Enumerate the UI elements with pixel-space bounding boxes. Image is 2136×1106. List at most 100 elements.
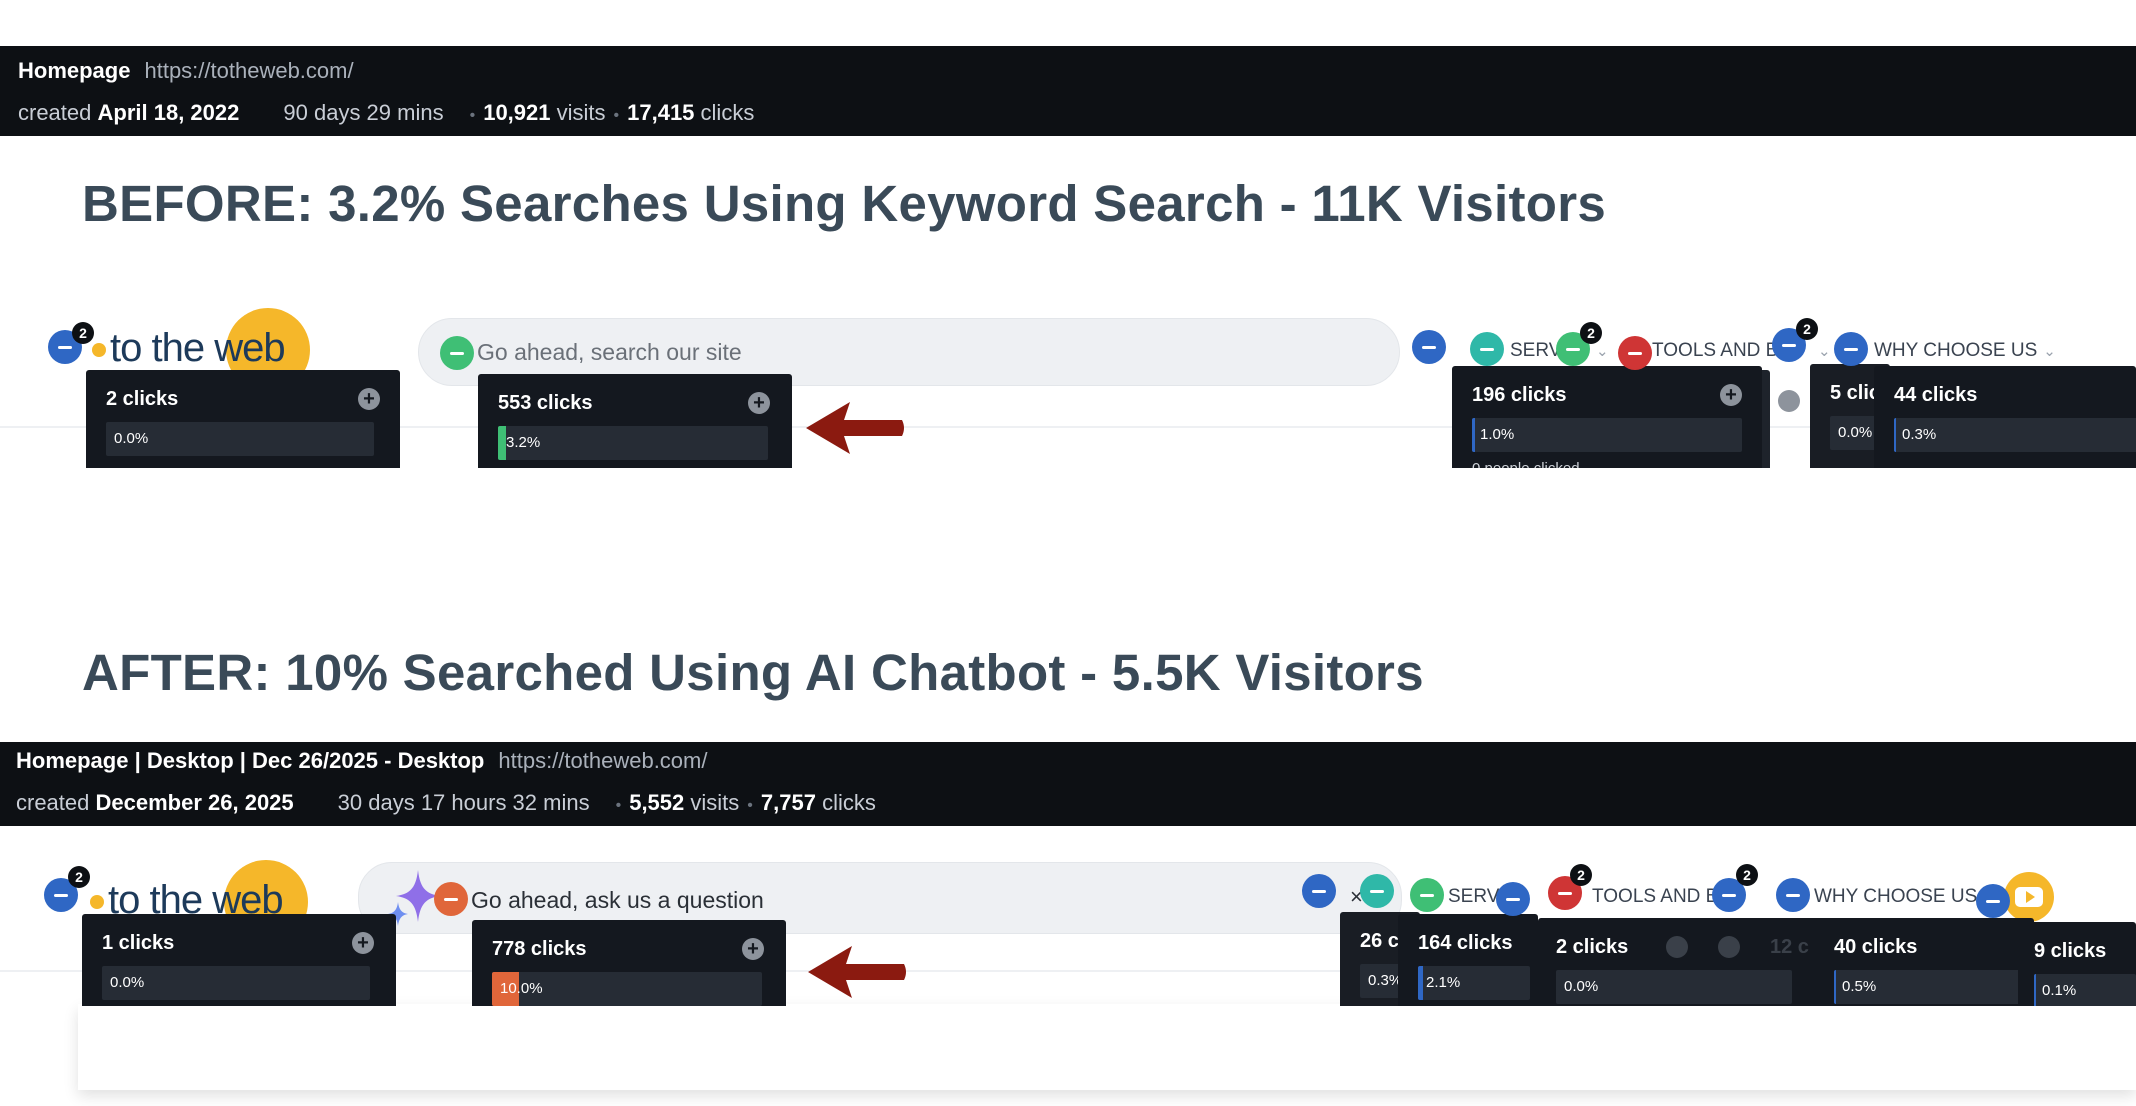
before-created-label: created xyxy=(18,100,92,125)
after-popup-why-pct: 0.5% xyxy=(1842,978,1877,995)
after-search-minus-icon[interactable] xyxy=(434,882,468,916)
before-popup-services: 196 clicks + 1.0% 0 people clicked xyxy=(1452,366,1762,468)
before-popup-tools-plus-icon[interactable] xyxy=(1778,390,1800,412)
before-logo-badge: 2 xyxy=(72,322,94,344)
after-popup-tools-sub-plus-icon[interactable] xyxy=(1718,936,1740,958)
before-why-chevron-down-icon[interactable]: ⌄ xyxy=(2043,343,2056,360)
before-nav-why[interactable]: WHY CHOOSE US ⌄ xyxy=(1874,340,2056,362)
before-popup-services-plus-icon[interactable]: + xyxy=(1720,384,1742,406)
after-duration: 30 days 17 hours 32 mins xyxy=(337,790,590,815)
after-popup-search-clicks: 778 clicks xyxy=(492,938,587,960)
after-nav-tools[interactable]: TOOLS AND BL⌄ xyxy=(1592,886,1788,908)
after-heading: AFTER: 10% Searched Using AI Chatbot - 5… xyxy=(82,644,1424,701)
before-popup-logo-clicks: 2 clicks xyxy=(106,388,179,410)
before-popup-search-pct: 3.2% xyxy=(506,434,541,451)
after-popup-search: 778 clicks + 10.0% xyxy=(472,920,786,1006)
after-popup-logo: 1 clicks + 0.0% xyxy=(82,914,396,1006)
before-heading: BEFORE: 3.2% Searches Using Keyword Sear… xyxy=(82,175,1607,232)
before-site-logo[interactable]: to the web xyxy=(92,308,310,392)
after-popup-search-pct: 10.0% xyxy=(500,980,543,997)
before-site-strip: to the web 2 Go ahead, search our site S… xyxy=(0,294,2136,468)
before-logo-text: to the web xyxy=(110,326,286,370)
before-popup-search: 553 clicks + 3.2% xyxy=(478,374,792,468)
before-search-end-minus-icon[interactable] xyxy=(1412,330,1446,364)
after-popup-search-plus-icon[interactable]: + xyxy=(742,938,764,960)
before-callout-arrow-icon xyxy=(806,402,904,454)
after-bar-line-2: created December 26, 2025 30 days 17 hour… xyxy=(16,790,876,815)
before-clicks-value: 17,415 xyxy=(627,100,695,125)
after-popup-tools-clicks: 2 clicks xyxy=(1556,936,1629,958)
before-popup-search-clicks: 553 clicks xyxy=(498,392,593,414)
before-popup-logo: 2 clicks + 0.0% xyxy=(86,370,400,468)
before-why-minus-icon[interactable] xyxy=(1834,332,1868,366)
before-tools-badge: 2 xyxy=(1796,318,1818,340)
after-nav-why-label: WHY CHOOSE US xyxy=(1814,886,1978,907)
after-stats-bar: Homepage | Desktop | Dec 26/2025 - Deskt… xyxy=(0,742,2136,826)
before-created-date: April 18, 2022 xyxy=(97,100,240,125)
after-page-name: Homepage | Desktop | Dec 26/2025 - Deskt… xyxy=(16,748,485,773)
before-popup-logo-plus-icon[interactable]: + xyxy=(358,388,380,410)
after-popup-close-clicks: 26 c xyxy=(1360,930,1399,952)
after-popup-why: 40 clicks 0.5% xyxy=(1816,918,2034,1006)
after-logo-badge: 2 xyxy=(68,866,90,888)
before-clicks-label: clicks xyxy=(700,100,755,125)
before-popup-services-sub: 0 people clicked xyxy=(1472,460,1580,468)
after-why-fill-bar xyxy=(1834,970,1836,1004)
before-tools-minus-icon[interactable] xyxy=(1618,336,1652,370)
before-popup-services-clicks: 196 clicks xyxy=(1472,384,1567,406)
before-popup-tools-pct: 0.0% xyxy=(1838,424,1873,441)
before-services-fill-bar xyxy=(1472,418,1475,452)
after-created-date: December 26, 2025 xyxy=(95,790,294,815)
after-popup-video-pct: 0.1% xyxy=(2042,982,2077,999)
after-video-minus-icon[interactable] xyxy=(1976,884,2010,918)
before-popup-tools-clicks: 5 clic xyxy=(1830,382,1881,404)
after-site-strip: to the web 2 Go ahead, ask us a question… xyxy=(0,838,2136,1006)
after-why-minus-icon[interactable] xyxy=(1776,878,1810,912)
after-visits-label: visits xyxy=(690,790,740,815)
before-popup-why-clicks: 44 clicks xyxy=(1894,384,1978,406)
before-search-minus-icon[interactable] xyxy=(440,336,474,370)
before-page-url[interactable]: https://totheweb.com/ xyxy=(144,58,353,83)
after-tools-badge: 2 xyxy=(1570,864,1592,886)
after-clicks-label: clicks xyxy=(822,790,876,815)
after-created-label: created xyxy=(16,790,90,815)
before-popup-logo-pct: 0.0% xyxy=(114,430,149,447)
after-search-end-minus-icon[interactable] xyxy=(1302,874,1336,908)
after-popup-video: 9 clicks 0.1% xyxy=(2018,922,2136,1006)
after-popup-video-clicks: 9 clicks xyxy=(2034,940,2107,962)
after-youtube-icon[interactable] xyxy=(2004,872,2054,922)
after-popup-logo-plus-icon[interactable]: + xyxy=(352,932,374,954)
before-nav-tools-label: TOOLS AND BL xyxy=(1652,340,1789,361)
after-popup-tools-ghost-clicks: 12 c xyxy=(1770,936,1809,958)
after-nav-tools-label: TOOLS AND BL xyxy=(1592,886,1729,907)
before-popup-services-pct: 1.0% xyxy=(1480,426,1515,443)
before-popup-why-pct: 0.3% xyxy=(1902,426,1937,443)
before-services-badge: 2 xyxy=(1580,322,1602,344)
before-popup-why: 44 clicks 0.3% xyxy=(1874,366,2136,468)
after-close-minus-icon[interactable] xyxy=(1360,874,1394,908)
after-nav-why[interactable]: WHY CHOOSE US xyxy=(1814,886,1977,908)
before-bar-line-1: Homepage https://totheweb.com/ xyxy=(18,58,354,84)
after-visits-value: 5,552 xyxy=(629,790,685,815)
logo-dot-icon xyxy=(92,343,106,358)
after-popup-logo-pct: 0.0% xyxy=(110,974,145,991)
bottom-blank-card xyxy=(78,1004,2136,1090)
before-services-chevron-down-icon[interactable]: ⌄ xyxy=(1596,342,1609,360)
after-page-url[interactable]: https://totheweb.com/ xyxy=(498,748,707,773)
after-popup-services-pct: 2.1% xyxy=(1426,974,1461,991)
before-popup-search-plus-icon[interactable]: + xyxy=(748,392,770,414)
after-callout-arrow-icon xyxy=(808,946,906,998)
after-popup-services-clicks: 164 clicks xyxy=(1418,932,1513,954)
after-bar-line-1: Homepage | Desktop | Dec 26/2025 - Deskt… xyxy=(16,748,707,774)
after-popup-tools-plus-icon[interactable] xyxy=(1666,936,1688,958)
after-services-minus-icon[interactable] xyxy=(1410,878,1444,912)
before-services-minus-icon[interactable] xyxy=(1470,332,1504,366)
before-nav-tools[interactable]: TOOLS AND BL xyxy=(1652,340,1789,362)
before-page-name: Homepage xyxy=(18,58,131,83)
after-services-fill-bar xyxy=(1418,966,1423,1000)
after-tools-sub-badge: 2 xyxy=(1736,864,1758,886)
after-services-sub-minus-icon[interactable] xyxy=(1496,882,1530,916)
after-popup-logo-clicks: 1 clicks xyxy=(102,932,175,954)
before-tools-chevron-down-icon[interactable]: ⌄ xyxy=(1818,342,1831,360)
before-why-fill-bar xyxy=(1894,418,1896,452)
